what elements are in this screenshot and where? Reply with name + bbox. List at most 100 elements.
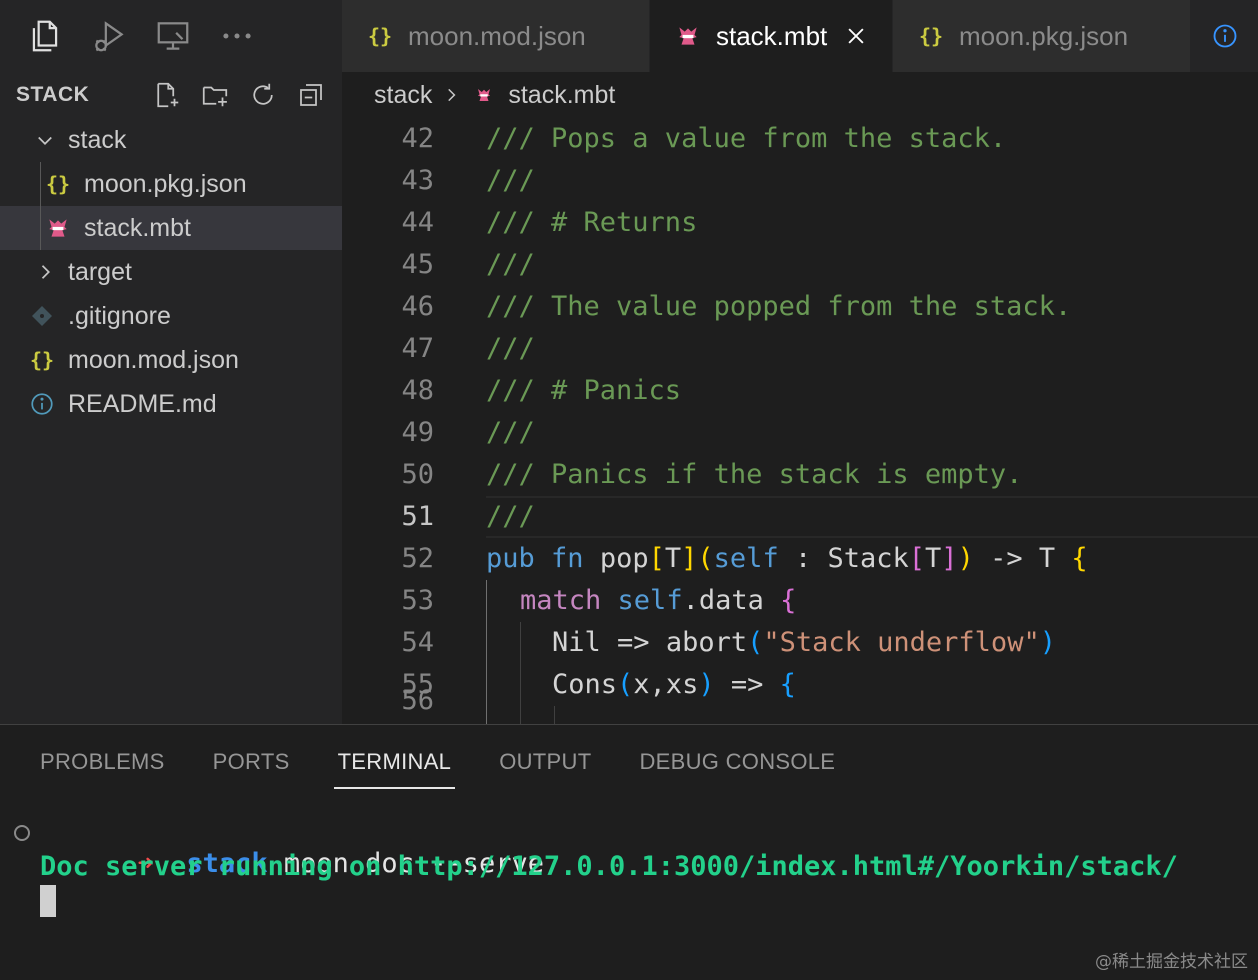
code-line: 42 /// Pops a value from the stack. (342, 118, 1258, 160)
explorer-icon[interactable] (22, 13, 68, 59)
tab-label: moon.mod.json (408, 20, 586, 51)
panel-tab-bar: PROBLEMS PORTS TERMINAL OUTPUT DEBUG CON… (0, 725, 1258, 799)
token-type: T (664, 543, 682, 574)
code-line: 52 pub fn pop[T](self : Stack[T]) -> T { (342, 538, 1258, 580)
breadcrumb-file[interactable]: stack.mbt (508, 81, 615, 110)
code-comment: /// (486, 501, 535, 532)
line-number: 45 (401, 249, 434, 280)
code-comment: /// (486, 249, 535, 280)
tab-debug-console[interactable]: DEBUG CONSOLE (639, 725, 835, 799)
tab-stack-mbt[interactable]: stack.mbt (650, 0, 893, 72)
breadcrumb-folder[interactable]: stack (374, 81, 432, 110)
line-number: 48 (401, 375, 434, 406)
code-comment: /// # Panics (486, 375, 682, 406)
code-line: 54 Nil => abort("Stack underflow") (342, 622, 1258, 664)
indent-guide (486, 580, 487, 724)
tree-folder-stack[interactable]: stack (0, 118, 342, 162)
new-folder-icon[interactable] (198, 78, 232, 112)
token-type: T (1038, 543, 1056, 574)
collapse-all-icon[interactable] (294, 78, 328, 112)
tab-ports[interactable]: PORTS (213, 725, 290, 799)
code-line: 56 (342, 680, 1258, 722)
terminal-cursor (40, 885, 56, 917)
remote-explorer-icon[interactable] (150, 13, 196, 59)
editor-tab-bar: {} moon.mod.json stack.mbt {} moon.pkg.j… (342, 0, 1258, 72)
token-keyword: pub (486, 543, 535, 574)
tab-moon-pkg-json[interactable]: {} moon.pkg.json (893, 0, 1191, 72)
token-operator: => (600, 627, 666, 658)
line-number: 51 (401, 501, 434, 532)
token-bracket: ) (1039, 627, 1056, 658)
token-punct: : (778, 543, 828, 574)
tab-problems[interactable]: PROBLEMS (40, 725, 165, 799)
terminal[interactable]: ➜ stack moon doc --serve Doc server runn… (0, 817, 1258, 977)
json-icon: {} (367, 24, 393, 48)
tree-file-moon-pkg-json[interactable]: {} moon.pkg.json (0, 162, 342, 206)
line-number: 42 (401, 123, 434, 154)
activity-bar (0, 0, 342, 72)
tree-item-label: moon.pkg.json (84, 169, 247, 198)
new-file-icon[interactable] (150, 78, 184, 112)
bottom-panel: PROBLEMS PORTS TERMINAL OUTPUT DEBUG CON… (0, 724, 1258, 980)
token-bracket: [ (648, 543, 665, 574)
code-text: match self.data { (520, 580, 796, 622)
token-keyword: fn (551, 543, 584, 574)
explorer-sidebar: STACK stack {} moon.pkg.json stack.mbt t… (0, 72, 342, 724)
line-number: 47 (401, 333, 434, 364)
token-operator: -> (973, 543, 1039, 574)
sidebar-header: STACK (0, 72, 342, 118)
line-number: 43 (401, 165, 434, 196)
code-editor[interactable]: 42 /// Pops a value from the stack. 43 ///… (342, 118, 1258, 724)
code-comment: /// Panics if the stack is empty. (486, 459, 1023, 490)
tab-label: stack.mbt (716, 20, 828, 51)
token-constructor: Nil (552, 627, 601, 658)
line-number: 50 (401, 459, 434, 490)
chevron-right-icon (448, 88, 456, 102)
token-bracket: ] (681, 543, 698, 574)
current-line-highlight (486, 496, 1258, 538)
json-icon: {} (918, 24, 944, 48)
info-icon (28, 390, 56, 418)
tree-file-moon-mod-json[interactable]: {} moon.mod.json (0, 338, 342, 382)
tree-item-label: target (68, 257, 132, 286)
indent-guide (520, 622, 521, 724)
more-icon[interactable] (214, 13, 260, 59)
watermark: @稀土掘金技术社区 (1095, 952, 1248, 972)
tab-label: moon.pkg.json (959, 20, 1129, 51)
token-bracket: { (780, 585, 797, 616)
token-bracket: ] (941, 543, 958, 574)
git-icon (28, 302, 56, 330)
run-debug-icon[interactable] (86, 13, 132, 59)
close-icon[interactable] (845, 25, 867, 47)
token-bracket: ( (697, 543, 714, 574)
breadcrumb: stack stack.mbt (342, 72, 1258, 118)
editor-info-icon[interactable] (1192, 0, 1258, 72)
sidebar-title: STACK (16, 83, 90, 106)
moonbit-icon (44, 214, 72, 242)
moonbit-icon (674, 22, 702, 50)
tree-file-readme[interactable]: README.md (0, 382, 342, 426)
refresh-icon[interactable] (246, 78, 280, 112)
tree-file-gitignore[interactable]: .gitignore (0, 294, 342, 338)
tab-output[interactable]: OUTPUT (499, 725, 591, 799)
tree-item-label: .gitignore (68, 301, 171, 330)
code-line: 53 match self.data { (342, 580, 1258, 622)
moonbit-icon (470, 81, 498, 109)
current-code-line: 51 /// (342, 496, 1258, 538)
tree-item-label: moon.mod.json (68, 345, 239, 374)
code-line: 49 /// (342, 412, 1258, 454)
code-line: 45 /// (342, 244, 1258, 286)
code-line: 43 /// (342, 160, 1258, 202)
code-line: 46 /// The value popped from the stack. (342, 286, 1258, 328)
tab-terminal[interactable]: TERMINAL (333, 725, 455, 799)
token-bracket: ( (747, 627, 764, 658)
tab-moon-mod-json[interactable]: {} moon.mod.json (342, 0, 650, 72)
tree-item-label: stack (68, 125, 127, 154)
code-text: pub fn pop[T](self : Stack[T]) -> T { (486, 538, 1088, 580)
tree-file-stack-mbt[interactable]: stack.mbt (0, 206, 342, 250)
line-number: 54 (401, 627, 434, 658)
code-comment: /// (486, 333, 535, 364)
tree-folder-target[interactable]: target (0, 250, 342, 294)
tree-item-label: stack.mbt (84, 213, 191, 242)
code-comment: /// Pops a value from the stack. (486, 123, 1007, 154)
